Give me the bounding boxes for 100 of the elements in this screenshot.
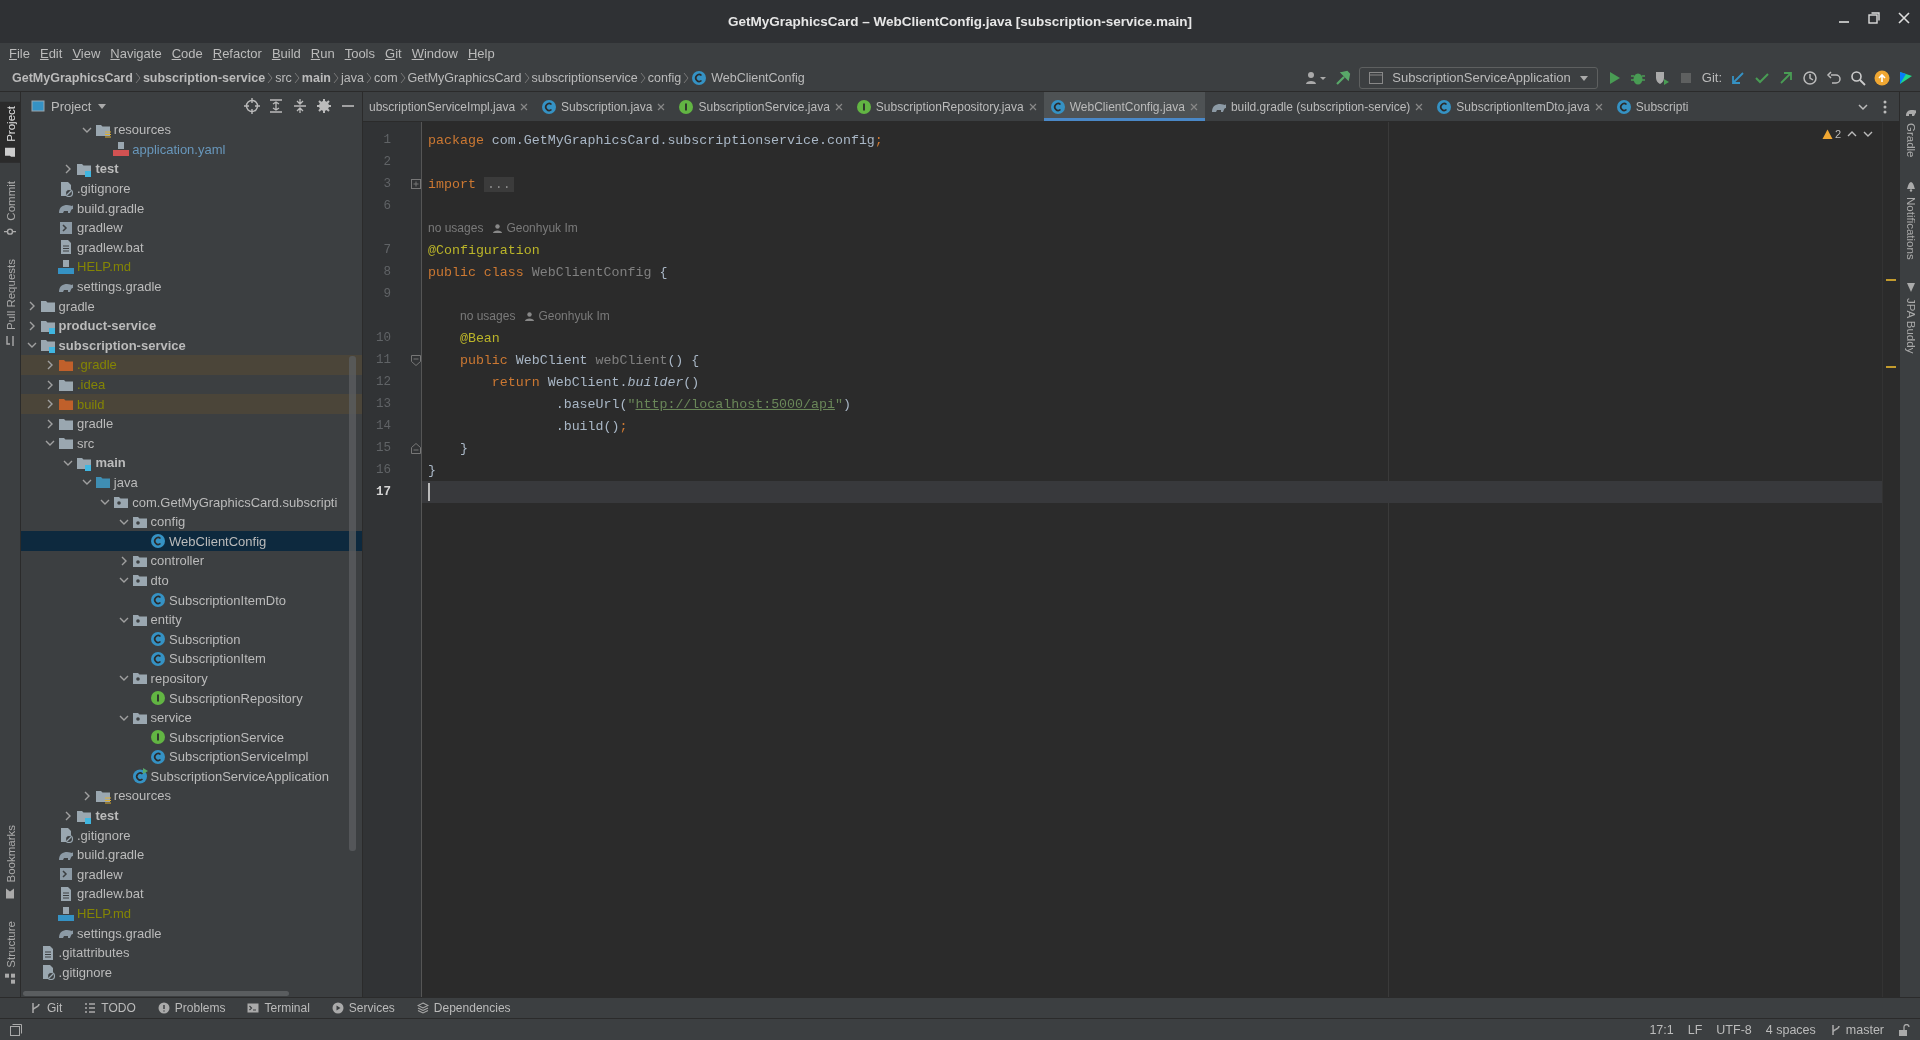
tree-item[interactable]: gradlew.bat [21, 884, 362, 904]
tool-window-tab[interactable]: Dependencies [416, 1001, 511, 1015]
inlay-hint[interactable]: no usages [428, 221, 484, 235]
folded-code[interactable]: ... [483, 176, 514, 192]
menu-item[interactable]: Build [266, 46, 306, 61]
tree-item[interactable]: product-service [21, 315, 362, 336]
tree-item[interactable]: subscription-service [21, 335, 362, 356]
panel-title[interactable]: Project [31, 98, 236, 114]
breadcrumb[interactable]: config [647, 70, 682, 85]
tree-item[interactable]: settings.gradle [21, 923, 362, 943]
tool-window-tab[interactable]: Commit [0, 176, 21, 242]
tree-item[interactable]: test [21, 159, 362, 179]
breadcrumb[interactable]: main [301, 70, 331, 85]
breadcrumb[interactable]: java [341, 70, 364, 85]
code-token: { [658, 264, 668, 280]
breadcrumb[interactable]: com [373, 70, 398, 85]
tree-item[interactable]: SubscriptionItemDto [21, 590, 362, 610]
tree-item[interactable]: gradle [21, 413, 362, 434]
editor-tab[interactable]: Subscripti [1609, 92, 1695, 121]
tool-window-tab[interactable]: JPA Buddy [1900, 277, 1920, 358]
tool-window-tab[interactable]: Notifications [1900, 175, 1920, 264]
editor-tab[interactable]: SubscriptionService.java [672, 92, 850, 121]
tree-item[interactable]: gradlew.bat [21, 237, 362, 258]
editor-tab[interactable]: SubscriptionRepository.java [849, 92, 1044, 121]
tree-item[interactable]: resources [21, 120, 362, 140]
tree-item[interactable]: dto [21, 570, 362, 591]
menu-item[interactable]: Code [166, 46, 208, 61]
problems-counter[interactable]: 2 [1821, 128, 1841, 140]
tree-item[interactable]: .gitignore [21, 825, 362, 845]
menu-item[interactable]: Help [462, 46, 500, 61]
tree-item[interactable]: .gitignore [21, 178, 362, 199]
menu-item[interactable]: View [67, 46, 106, 61]
tree-item[interactable]: .gitattributes [21, 942, 362, 963]
tree-item[interactable]: src [21, 433, 362, 454]
tree-item[interactable]: entity [21, 609, 362, 630]
tree-item[interactable]: config [21, 511, 362, 532]
tree-item[interactable]: SubscriptionItem [21, 649, 362, 669]
tree-item[interactable]: java [21, 472, 362, 493]
tree-item[interactable]: SubscriptionServiceImpl [21, 747, 362, 767]
menu-item[interactable]: Tools [339, 46, 380, 61]
code-token: } [458, 440, 468, 456]
indent-setting[interactable]: 4 spaces [1765, 1022, 1816, 1037]
menu-item[interactable]: Run [305, 46, 340, 61]
tool-window-tab[interactable]: Problems [157, 1001, 226, 1015]
tool-window-tab[interactable]: Git [30, 1001, 63, 1015]
editor-tab[interactable]: Subscription.java [535, 92, 673, 121]
tree-item[interactable]: application.yaml [21, 139, 362, 160]
git-branch[interactable]: master [1829, 1022, 1884, 1037]
breadcrumb[interactable]: GetMyGraphicsCard [12, 70, 133, 85]
tree-item[interactable]: SubscriptionService [21, 727, 362, 747]
breadcrumb[interactable]: subscription-service [142, 70, 266, 85]
line-separator[interactable]: LF [1687, 1022, 1703, 1037]
editor-tab[interactable]: ubscriptionServiceImpl.java [363, 92, 536, 121]
tree-item[interactable]: repository [21, 668, 362, 689]
inlay-hint[interactable]: Geonhyuk Im [525, 309, 610, 323]
tool-window-tab[interactable]: TODO [84, 1001, 136, 1015]
editor-tab[interactable]: SubscriptionItemDto.java [1430, 92, 1610, 121]
breadcrumb[interactable]: subscriptionservice [531, 70, 638, 85]
tool-window-tab[interactable]: Pull Requests [0, 255, 21, 352]
tree-item[interactable]: main [21, 453, 362, 473]
tool-window-tab[interactable]: Bookmarks [0, 820, 21, 904]
tree-item[interactable]: .gitignore [21, 962, 362, 983]
tree-item[interactable]: gradlew [21, 217, 362, 238]
tree-item[interactable]: resources [21, 786, 362, 806]
tool-window-tab[interactable]: Terminal [247, 1001, 310, 1015]
breadcrumb[interactable]: GetMyGraphicsCard [407, 70, 522, 85]
tree-item[interactable]: build.gradle [21, 198, 362, 218]
tree-item[interactable]: test [21, 805, 362, 826]
tree-item[interactable]: SubscriptionServiceApplication [21, 766, 362, 787]
editor-tab[interactable]: build.gradle (subscription-service) [1204, 92, 1431, 121]
tool-window-tab[interactable]: Services [331, 1001, 395, 1015]
tree-item[interactable]: service [21, 707, 362, 728]
editor-tab[interactable]: WebClientConfig.java [1043, 92, 1205, 121]
tree-item[interactable]: gradle [21, 296, 362, 316]
tree-item[interactable]: controller [21, 551, 362, 571]
menu-item[interactable]: Navigate [105, 46, 167, 61]
tree-item[interactable]: build.gradle [21, 844, 362, 865]
menu-item[interactable]: Edit [34, 46, 68, 61]
tree-item[interactable]: Subscription [21, 629, 362, 650]
caret-position[interactable]: 17:1 [1649, 1022, 1674, 1037]
menu-item[interactable]: Window [406, 46, 463, 61]
menu-item[interactable]: Refactor [207, 46, 267, 61]
tool-window-tab[interactable]: Project [0, 102, 21, 163]
menu-item[interactable]: File [4, 46, 35, 61]
tool-window-tab[interactable]: Gradle [1900, 102, 1920, 162]
tool-window-tab[interactable]: Structure [0, 917, 21, 989]
tree-item[interactable]: WebClientConfig [21, 531, 362, 552]
code-token: webClient [594, 352, 668, 368]
url-link[interactable]: http://localhost:5000/api [635, 396, 835, 412]
tree-item[interactable]: SubscriptionRepository [21, 688, 362, 708]
run-configuration-dropdown[interactable]: SubscriptionServiceApplication [1359, 66, 1598, 89]
file-encoding[interactable]: UTF-8 [1716, 1022, 1752, 1037]
breadcrumb[interactable]: WebClientConfig [691, 69, 805, 86]
tree-item[interactable]: settings.gradle [21, 276, 362, 297]
menu-item[interactable]: Git [380, 46, 407, 61]
inlay-hint[interactable]: Geonhyuk Im [493, 221, 578, 235]
inlay-hint[interactable]: no usages [460, 309, 516, 323]
tree-item[interactable]: com.GetMyGraphicsCard.subscripti [21, 492, 362, 512]
tree-item[interactable]: gradlew [21, 864, 362, 885]
breadcrumb[interactable]: src [275, 70, 292, 85]
